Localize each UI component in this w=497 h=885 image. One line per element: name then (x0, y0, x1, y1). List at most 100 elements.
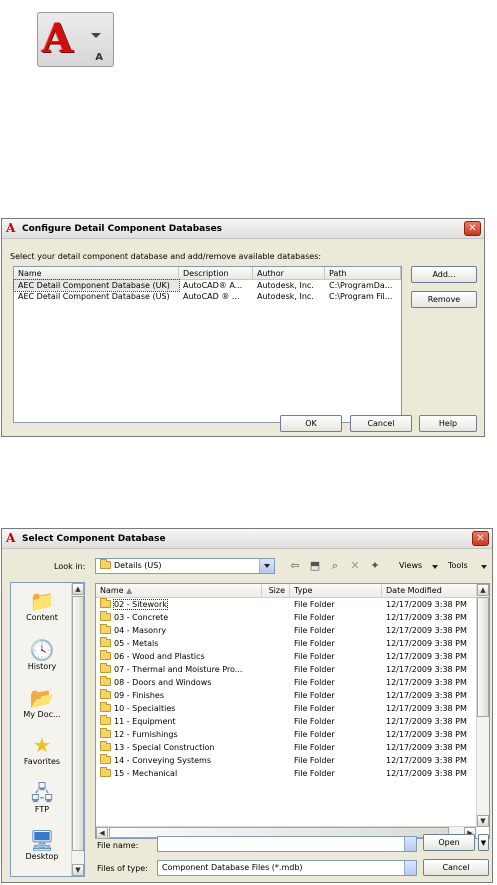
file-row[interactable]: 11 - Equipment File Folder 12/17/2009 3:38… (96, 715, 489, 728)
autocad-title-icon: A (6, 530, 16, 545)
file-row[interactable]: 02 - Sitework File Folder 12/17/2009 3:38 … (96, 598, 489, 611)
open-options-button[interactable]: ▼ (478, 834, 489, 851)
ok-button[interactable]: OK (280, 415, 342, 432)
file-list[interactable]: Name ▲ Size Type Date Modified 02 - Site… (95, 583, 490, 839)
places-scrollbar[interactable]: ▲ ▼ (71, 583, 84, 876)
place-content[interactable]: 📁 Content (11, 589, 73, 623)
remove-button[interactable]: Remove (411, 291, 477, 308)
file-size-cell (262, 754, 290, 767)
close-button[interactable]: ✕ (472, 531, 489, 546)
up-folder-icon[interactable]: ⬒ (307, 559, 323, 572)
file-list-vscrollbar[interactable]: ▲ ▼ (476, 584, 489, 827)
scroll-up-icon[interactable]: ▲ (72, 583, 84, 595)
file-row[interactable]: 12 - Furnishings File Folder 12/17/2009 3:… (96, 728, 489, 741)
dialog-title: Select Component Database (22, 533, 166, 544)
file-row[interactable]: 05 - Metals File Folder 12/17/2009 3:38 PM (96, 637, 489, 650)
search-web-icon[interactable]: ⌕ (327, 559, 343, 573)
file-date-cell: 12/17/2009 3:38 PM (386, 769, 467, 778)
autocad-app-icon[interactable]: A A (37, 12, 114, 67)
star-icon: ★ (33, 733, 51, 757)
scroll-down-icon[interactable]: ▼ (72, 864, 84, 876)
database-row-uk[interactable]: AEC Detail Component Database (UK) AutoC… (13, 279, 401, 292)
scrollbar-thumb[interactable] (477, 597, 489, 717)
file-row[interactable]: 14 - Conveying Systems File Folder 12/17/2… (96, 754, 489, 767)
new-folder-icon[interactable]: ✦ (367, 559, 383, 572)
chevron-down-icon[interactable] (404, 837, 416, 851)
place-desktop[interactable]: 🖥 Desktop (11, 828, 73, 862)
file-name-cell: 06 - Wood and Plastics (96, 650, 262, 663)
cancel-button[interactable]: Cancel (350, 415, 412, 432)
row-author: Autodesk, Inc. (257, 292, 314, 301)
views-menu[interactable]: Views (399, 561, 422, 570)
add-button[interactable]: Add... (411, 266, 477, 283)
chevron-down-icon[interactable] (259, 559, 274, 573)
column-header-description[interactable]: Description (179, 267, 253, 279)
file-row[interactable]: 10 - Specialties File Folder 12/17/2009 3:… (96, 702, 489, 715)
chevron-down-icon[interactable] (404, 861, 416, 875)
delete-icon[interactable]: ✕ (347, 559, 363, 572)
scroll-up-icon[interactable]: ▲ (477, 584, 489, 596)
folder-icon (100, 689, 111, 699)
file-row[interactable]: 15 - Mechanical File Folder 12/17/2009 3:3… (96, 767, 489, 780)
column-header-size[interactable]: Size (262, 584, 290, 597)
file-date-cell: 12/17/2009 3:38 PM (386, 613, 467, 622)
chevron-down-icon[interactable] (481, 565, 487, 569)
file-name-text: 05 - Metals (114, 639, 159, 648)
column-header-type[interactable]: Type (290, 584, 382, 597)
folder-icon (100, 598, 111, 608)
file-row[interactable]: 13 - Special Construction File Folder 12/1… (96, 741, 489, 754)
look-in-dropdown[interactable]: Details (US) (95, 558, 275, 574)
chevron-down-icon: ▼ (480, 838, 487, 847)
files-of-type-dropdown[interactable]: Component Database Files (*.mdb) (157, 860, 417, 876)
column-header-author[interactable]: Author (253, 267, 325, 279)
file-size-cell (262, 598, 290, 611)
file-row[interactable]: 08 - Doors and Windows File Folder 12/17/2… (96, 676, 489, 689)
file-row[interactable]: 07 - Thermal and Moisture Pro... File Fol… (96, 663, 489, 676)
database-row-us[interactable]: AEC Detail Component Database (US) AutoC… (14, 291, 401, 302)
column-header-name[interactable]: Name ▲ (96, 584, 262, 597)
file-type-cell: File Folder (294, 704, 335, 713)
file-list-header: Name ▲ Size Type Date Modified (96, 584, 489, 598)
file-name-cell: 08 - Doors and Windows (96, 676, 262, 689)
open-button[interactable]: Open (423, 834, 475, 851)
scrollbar-thumb[interactable] (72, 596, 84, 851)
file-size-cell (262, 741, 290, 754)
cancel-button[interactable]: Cancel (423, 859, 489, 876)
chevron-down-icon[interactable] (432, 565, 438, 569)
file-name-input[interactable] (157, 836, 417, 852)
file-row[interactable]: 03 - Concrete File Folder 12/17/2009 3:38 … (96, 611, 489, 624)
file-type-cell: File Folder (294, 678, 335, 687)
file-type-cell: File Folder (294, 639, 335, 648)
place-ftp[interactable]: 🖧 FTP (11, 781, 73, 815)
folder-icon (100, 741, 111, 751)
place-my-documents[interactable]: 📂 My Doc... (11, 686, 73, 720)
file-name-text: 08 - Doors and Windows (114, 678, 212, 687)
dialog-title: Configure Detail Component Databases (22, 223, 223, 234)
instruction-text: Select your detail component database an… (10, 252, 322, 261)
scroll-left-icon[interactable]: ◀ (96, 827, 108, 839)
place-history[interactable]: 🕓 History (11, 638, 73, 672)
file-size-cell (262, 715, 290, 728)
file-type-cell: File Folder (294, 626, 335, 635)
file-name-cell: 12 - Furnishings (96, 728, 262, 741)
file-row[interactable]: 06 - Wood and Plastics File Folder 12/17/2… (96, 650, 489, 663)
scroll-down-icon[interactable]: ▼ (477, 815, 489, 827)
database-list[interactable]: Name Description Author Path AEC Detail … (13, 266, 402, 423)
row-description: AutoCAD® A... (183, 281, 243, 290)
folder-icon (100, 624, 111, 634)
file-size-cell (262, 637, 290, 650)
file-date-cell: 12/17/2009 3:38 PM (386, 600, 467, 609)
back-icon[interactable]: ⇦ (287, 559, 303, 572)
place-favorites[interactable]: ★ Favorites (11, 733, 73, 767)
close-button[interactable]: ✕ (464, 221, 481, 236)
column-header-name[interactable]: Name (14, 267, 179, 279)
file-date-cell: 12/17/2009 3:38 PM (386, 665, 467, 674)
file-size-cell (262, 676, 290, 689)
column-header-date-modified[interactable]: Date Modified (382, 584, 477, 597)
tools-menu[interactable]: Tools (448, 561, 468, 570)
column-header-path[interactable]: Path (325, 267, 401, 279)
folder-icon (100, 715, 111, 725)
file-row[interactable]: 09 - Finishes File Folder 12/17/2009 3:38 … (96, 689, 489, 702)
file-row[interactable]: 04 - Masonry File Folder 12/17/2009 3:38 P… (96, 624, 489, 637)
help-button[interactable]: Help (419, 415, 477, 432)
